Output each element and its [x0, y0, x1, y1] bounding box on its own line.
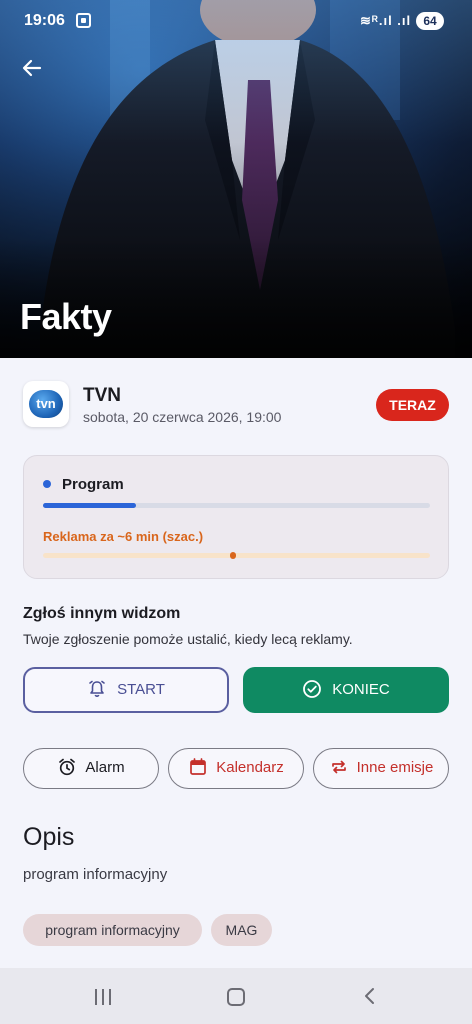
other-airings-button[interactable]: Inne emisje: [313, 748, 449, 789]
program-dot: [43, 480, 51, 488]
start-label: START: [117, 681, 165, 698]
program-progress-track: [43, 503, 430, 508]
report-subtitle: Twoje zgłoszenie pomoże ustalić, kiedy l…: [23, 631, 353, 647]
status-time: 19:06: [24, 12, 65, 29]
alarm-label: Alarm: [85, 759, 125, 776]
program-progress-fill: [43, 503, 136, 508]
calendar-label: Kalendarz: [216, 759, 284, 776]
calendar-button[interactable]: Kalendarz: [168, 748, 304, 789]
progress-card: Program Reklama za ~6 min (szac.): [23, 455, 449, 579]
channel-name: TVN: [83, 385, 121, 406]
end-button[interactable]: KONIEC: [243, 667, 449, 713]
alarm-button[interactable]: Alarm: [23, 748, 159, 789]
alarm-bell-icon: [89, 680, 105, 697]
other-airings-label: Inne emisje: [356, 759, 434, 776]
home-icon[interactable]: [227, 988, 245, 1006]
screen-record-icon: [76, 13, 91, 28]
recent-apps-icon[interactable]: [93, 989, 113, 1005]
end-label: KONIEC: [332, 681, 390, 698]
status-bar: 19:06 ≋ᴿ.ıl .ıl 64: [0, 0, 472, 44]
start-button[interactable]: START: [23, 667, 229, 713]
broadcast-datetime: sobota, 20 czerwca 2026, 19:00: [83, 409, 282, 425]
signal-icon: ≋ᴿ.ıl .ıl: [360, 13, 412, 28]
battery-indicator: 64: [416, 12, 444, 30]
check-circle-icon: [303, 679, 322, 698]
alarm-clock-icon: [59, 758, 76, 775]
description-text: program informacyjny: [23, 866, 168, 883]
genre-tag[interactable]: MAG: [211, 914, 272, 946]
ad-estimate-label: Reklama za ~6 min (szac.): [43, 529, 204, 544]
channel-logo: tvn: [23, 381, 69, 427]
repeat-icon: [331, 760, 346, 773]
description-title: Opis: [23, 823, 75, 851]
system-nav-bar: [0, 968, 472, 1024]
program-title: Fakty: [20, 296, 112, 337]
ad-progress-track: [43, 552, 430, 559]
ad-progress-marker: [229, 552, 236, 559]
channel-logo-text: tvn: [29, 390, 63, 418]
nav-back-icon[interactable]: [360, 984, 380, 1008]
calendar-icon: [190, 757, 207, 775]
now-badge: TERAZ: [376, 389, 449, 421]
program-label: Program: [62, 476, 124, 493]
arrow-left-icon: [22, 59, 42, 77]
genre-tag[interactable]: program informacyjny: [23, 914, 202, 946]
report-title: Zgłoś innym widzom: [23, 605, 181, 622]
back-button[interactable]: [18, 54, 46, 82]
